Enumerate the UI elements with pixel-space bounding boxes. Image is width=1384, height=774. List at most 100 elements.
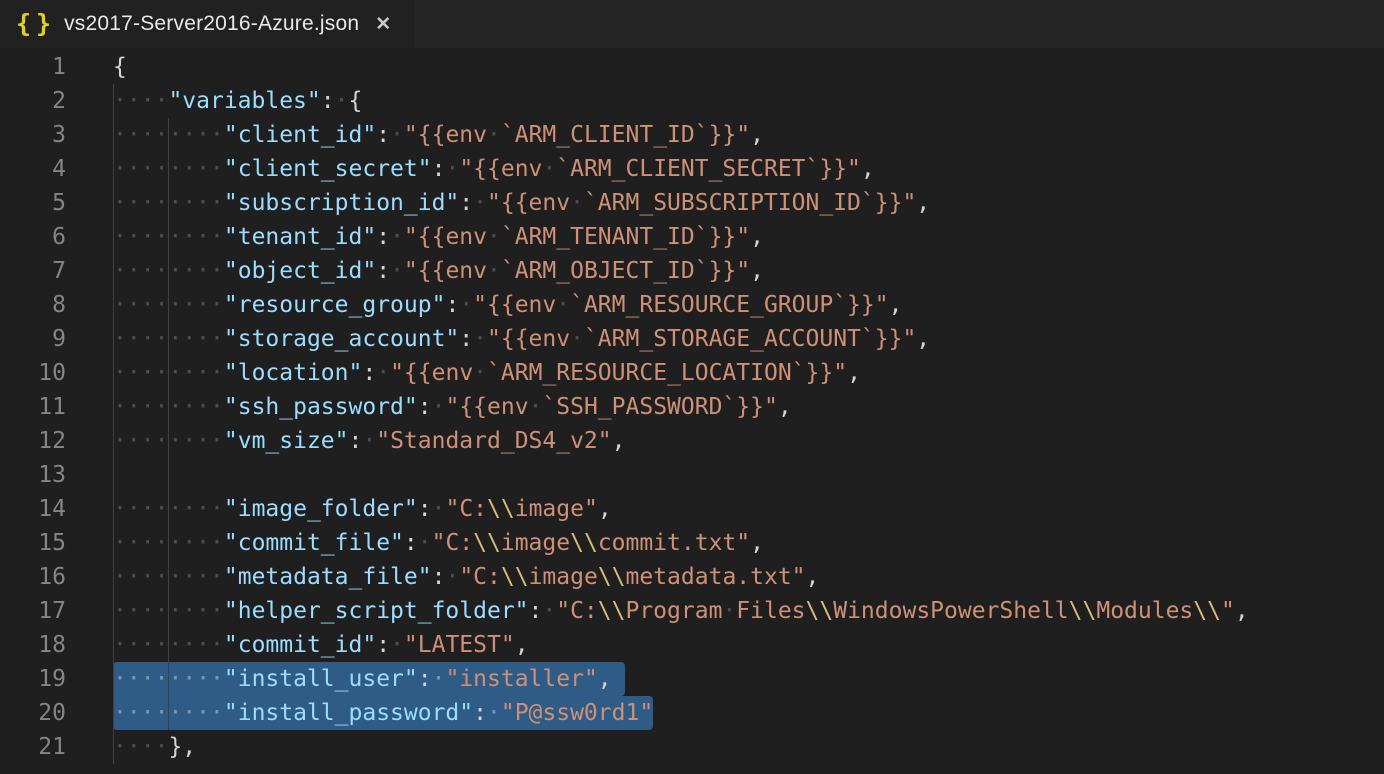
whitespace-dot: · bbox=[113, 700, 127, 726]
token-e: \\ bbox=[598, 564, 626, 590]
whitespace-dot: · bbox=[141, 360, 155, 386]
code-line[interactable]: 19········"install_user":·"installer", bbox=[0, 662, 1384, 696]
tab-vs2017-server2016-azure-json[interactable]: {} vs2017-Server2016-Azure.json ✕ bbox=[0, 0, 415, 48]
line-number[interactable]: 18 bbox=[0, 628, 66, 662]
code-line[interactable]: 10········"location":·"{{env·`ARM_RESOUR… bbox=[0, 356, 1384, 390]
line-number[interactable]: 14 bbox=[0, 492, 66, 526]
whitespace-dot: · bbox=[487, 224, 501, 250]
whitespace-dot: · bbox=[155, 496, 169, 522]
indent-guide bbox=[113, 594, 114, 628]
line-number[interactable]: 8 bbox=[0, 288, 66, 322]
line-number[interactable]: 10 bbox=[0, 356, 66, 390]
code-line[interactable]: 17········"helper_script_folder":·"C:\\P… bbox=[0, 594, 1384, 628]
code-line[interactable]: 14········"image_folder":·"C:\\image", bbox=[0, 492, 1384, 526]
line-number[interactable]: 5 bbox=[0, 186, 66, 220]
whitespace-dot: · bbox=[529, 394, 543, 420]
code-line[interactable]: 5········"subscription_id":·"{{env·`ARM_… bbox=[0, 186, 1384, 220]
indent-guide bbox=[168, 152, 169, 186]
token-p: , bbox=[916, 190, 930, 216]
line-number[interactable]: 7 bbox=[0, 254, 66, 288]
whitespace-dot: · bbox=[127, 666, 141, 692]
token-k: "commit_file" bbox=[224, 530, 404, 556]
whitespace-dot: · bbox=[113, 394, 127, 420]
code-line[interactable]: 15········"commit_file":·"C:\\image\\com… bbox=[0, 526, 1384, 560]
line-number[interactable]: 3 bbox=[0, 118, 66, 152]
code-line[interactable]: 20········"install_password":·"P@ssw0rd1… bbox=[0, 696, 1384, 730]
indent-guide bbox=[168, 220, 169, 254]
line-number[interactable]: 4 bbox=[0, 152, 66, 186]
code-line[interactable]: 9········"storage_account":·"{{env·`ARM_… bbox=[0, 322, 1384, 356]
whitespace-dot: · bbox=[155, 530, 169, 556]
line-number[interactable]: 6 bbox=[0, 220, 66, 254]
token-s: `ARM_TENANT_ID`}}" bbox=[501, 224, 750, 250]
code-line[interactable]: 6········"tenant_id":·"{{env·`ARM_TENANT… bbox=[0, 220, 1384, 254]
whitespace-dot: · bbox=[445, 564, 459, 590]
indent-guide bbox=[113, 526, 114, 560]
line-number[interactable]: 15 bbox=[0, 526, 66, 560]
whitespace-dot: · bbox=[141, 632, 155, 658]
whitespace-dot: · bbox=[182, 394, 196, 420]
line-number[interactable]: 1 bbox=[0, 50, 66, 84]
whitespace-dot: · bbox=[168, 530, 182, 556]
whitespace-dot: · bbox=[418, 530, 432, 556]
indent-guide bbox=[113, 662, 114, 696]
token-p: : bbox=[432, 156, 446, 182]
code-line[interactable]: 21····}, bbox=[0, 730, 1384, 764]
code-line[interactable]: 8········"resource_group":·"{{env·`ARM_R… bbox=[0, 288, 1384, 322]
line-number[interactable]: 11 bbox=[0, 390, 66, 424]
code-line[interactable]: 12········"vm_size":·"Standard_DS4_v2", bbox=[0, 424, 1384, 458]
editor[interactable]: 1{2····"variables":·{3········"client_id… bbox=[0, 48, 1384, 774]
line-number[interactable]: 13 bbox=[0, 458, 66, 492]
whitespace-dot: · bbox=[487, 122, 501, 148]
code-content: ········"object_id":·"{{env·`ARM_OBJECT_… bbox=[113, 254, 1384, 288]
indent-guide bbox=[113, 696, 114, 730]
indent-guide bbox=[113, 254, 114, 288]
whitespace-dot: · bbox=[155, 190, 169, 216]
line-number[interactable]: 21 bbox=[0, 730, 66, 764]
code-content: ········"client_secret":·"{{env·`ARM_CLI… bbox=[113, 152, 1384, 186]
code-line[interactable]: 4········"client_secret":·"{{env·`ARM_CL… bbox=[0, 152, 1384, 186]
code-line[interactable]: 7 ········"object_id":·"{{env·`ARM_OBJECT… bbox=[0, 254, 1384, 288]
code-line[interactable]: 18········"commit_id":·"LATEST", bbox=[0, 628, 1384, 662]
code-line[interactable]: 11········"ssh_password":·"{{env·`SSH_PA… bbox=[0, 390, 1384, 424]
whitespace-dot: · bbox=[127, 360, 141, 386]
line-number[interactable]: 12 bbox=[0, 424, 66, 458]
token-s: image bbox=[529, 564, 598, 590]
whitespace-dot: · bbox=[113, 734, 127, 760]
indent-guide bbox=[113, 322, 114, 356]
indent-guide bbox=[113, 152, 114, 186]
whitespace-dot: · bbox=[168, 258, 182, 284]
whitespace-dot: · bbox=[168, 122, 182, 148]
line-number[interactable]: 2 bbox=[0, 84, 66, 118]
whitespace-dot: · bbox=[196, 360, 210, 386]
line-number[interactable]: 19 bbox=[0, 662, 66, 696]
whitespace-dot: · bbox=[210, 156, 224, 182]
line-number[interactable]: 17 bbox=[0, 594, 66, 628]
indent-guide bbox=[168, 492, 169, 526]
token-p: : bbox=[529, 598, 543, 624]
code-line[interactable]: 2····"variables":·{ bbox=[0, 84, 1384, 118]
tab-title: vs2017-Server2016-Azure.json bbox=[64, 12, 359, 36]
code-line[interactable]: 3········"client_id":·"{{env·`ARM_CLIENT… bbox=[0, 118, 1384, 152]
code-line[interactable]: 1{ bbox=[0, 50, 1384, 84]
token-k: "helper_script_folder" bbox=[224, 598, 529, 624]
whitespace-dot: · bbox=[473, 190, 487, 216]
close-icon[interactable]: ✕ bbox=[375, 15, 391, 34]
indent-guide bbox=[168, 322, 169, 356]
whitespace-dot: · bbox=[113, 428, 127, 454]
token-k: "vm_size" bbox=[224, 428, 349, 454]
whitespace-dot: · bbox=[168, 394, 182, 420]
code-line[interactable]: 13 bbox=[0, 458, 1384, 492]
line-number[interactable]: 16 bbox=[0, 560, 66, 594]
line-number[interactable]: 20 bbox=[0, 696, 66, 730]
code-content: ········"vm_size":·"Standard_DS4_v2", bbox=[113, 424, 1384, 458]
line-number[interactable]: 9 bbox=[0, 322, 66, 356]
whitespace-dot: · bbox=[196, 564, 210, 590]
code-line[interactable]: 16········"metadata_file":·"C:\\image\\m… bbox=[0, 560, 1384, 594]
whitespace-dot: · bbox=[155, 564, 169, 590]
whitespace-dot: · bbox=[113, 156, 127, 182]
token-s: "{{env bbox=[473, 292, 556, 318]
whitespace-dot: · bbox=[141, 190, 155, 216]
whitespace-dot: · bbox=[127, 156, 141, 182]
token-e: \\ bbox=[501, 564, 529, 590]
